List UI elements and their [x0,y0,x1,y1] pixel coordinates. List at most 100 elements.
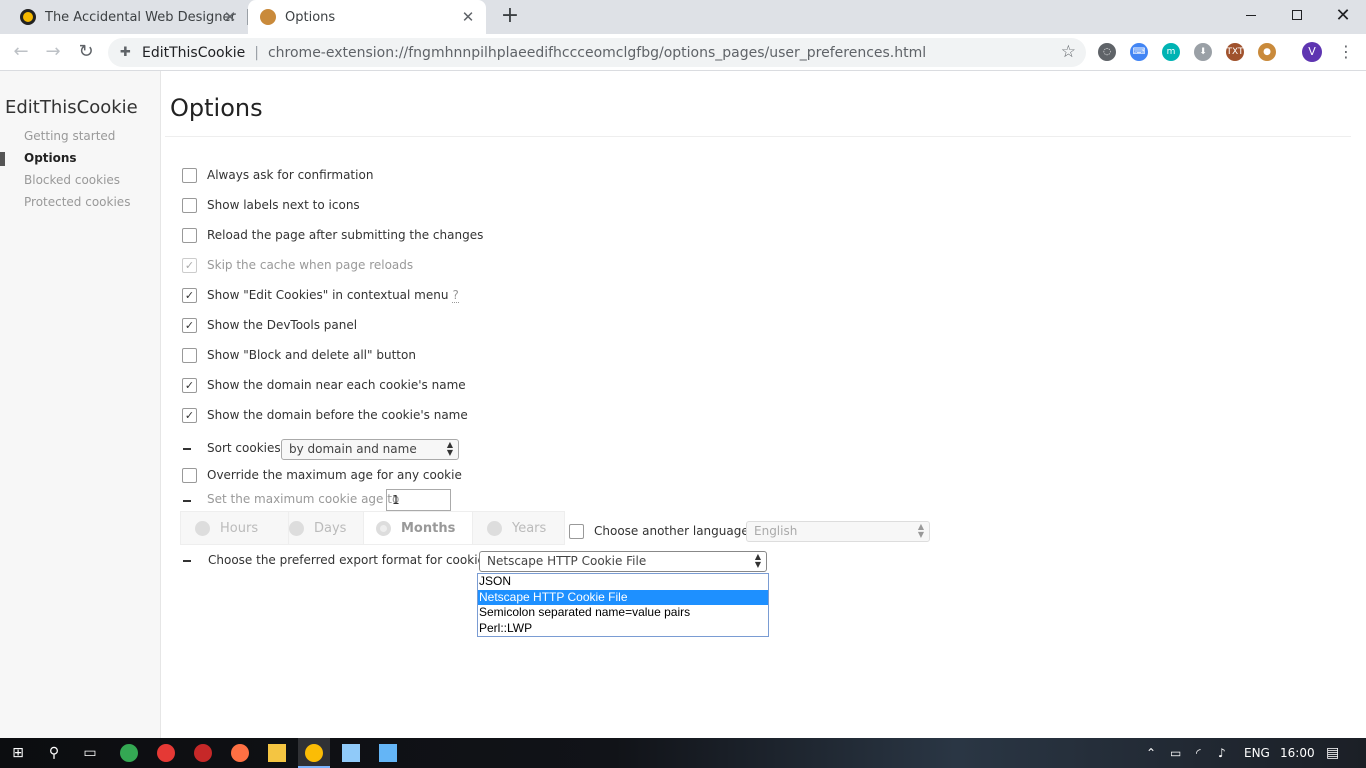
option-checkbox[interactable] [182,377,197,393]
minimize-button[interactable] [1228,0,1274,30]
option-label: Show the domain near each cookie's name [207,378,466,392]
language-select: English ▲ ▼ [746,521,930,542]
select-value: English [754,524,798,538]
option-choose-language: Choose another language: [569,523,753,539]
option-checkbox[interactable] [182,227,197,243]
select-value: Netscape HTTP Cookie File [487,554,647,568]
download-ext-icon[interactable]: ⬇ [1194,43,1212,61]
reload-button[interactable]: ↻ [74,40,98,64]
option-reload-page: Reload the page after submitting the cha… [182,227,483,243]
page-title: Options [170,94,263,122]
radio-dot-icon [195,520,210,536]
sidebar-item-blocked-cookies[interactable]: Blocked cookies [24,173,120,187]
mercury-ext-icon[interactable]: m [1162,43,1180,61]
option-devtools-panel: Show the DevTools panel [182,317,357,333]
notifications-icon[interactable]: ▤ [1326,738,1339,768]
sidebar-item-getting-started[interactable]: Getting started [24,129,115,143]
option-checkbox[interactable] [569,523,584,539]
opera-app-icon[interactable] [157,744,175,762]
tab-title: The Accidental Web Designer [45,9,236,25]
max-age-label: Set the maximum cookie age to [207,492,400,506]
export-format-label: Choose the preferred export format for c… [208,553,492,567]
address-bar[interactable]: ✚ EditThisCookie | chrome-extension://fn… [108,38,1086,67]
option-checkbox[interactable] [182,467,197,483]
option-domain-near-name: Show the domain near each cookie's name [182,377,466,393]
cookie-favicon-icon [260,9,276,25]
chrome-app-icon[interactable] [120,744,138,762]
url-origin: EditThisCookie [142,44,246,61]
dash-icon [183,448,191,450]
title-divider [165,136,1351,137]
wifi-icon[interactable]: ◜ [1196,738,1201,768]
sidebar-item-options[interactable]: Options [24,151,77,165]
option-checkbox[interactable] [182,407,197,423]
sidebar-item-protected-cookies[interactable]: Protected cookies [24,195,130,209]
url-text: chrome-extension://fngmhnnpilhplaeedifhc… [267,44,927,61]
site-favicon-icon [20,9,36,25]
task-view-icon[interactable]: ▭ [81,744,99,762]
url-separator: | [254,44,259,61]
option-checkbox[interactable] [182,347,197,363]
option-checkbox[interactable] [182,287,197,303]
profile-avatar[interactable]: V [1302,42,1322,62]
browser-toolbar: ← → ↻ ✚ EditThisCookie | chrome-extensio… [0,34,1366,71]
option-show-labels: Show labels next to icons [182,197,360,213]
option-block-delete-all: Show "Block and delete all" button [182,347,416,363]
battery-icon[interactable]: ▭ [1170,738,1181,768]
sidebar: EditThisCookie Getting started Options B… [0,71,161,738]
radio-label: Days [314,520,347,536]
tray-chevron-icon[interactable]: ⌃ [1146,738,1156,768]
dropdown-option-netscape[interactable]: Netscape HTTP Cookie File [478,589,768,605]
sort-cookies-select[interactable]: by domain and name ▲ ▼ [281,439,459,460]
option-contextual-menu: Show "Edit Cookies" in contextual menu ? [182,287,459,303]
export-format-dropdown: JSON Netscape HTTP Cookie File Semicolon… [477,573,769,637]
dropdown-option-perl-lwp[interactable]: Perl::LWP [478,621,768,637]
chrome-active-app-icon[interactable] [305,744,323,762]
radio-months[interactable]: Months [363,511,473,545]
search-icon[interactable]: ⚲ [45,744,63,762]
radio-label: Months [401,520,456,536]
maximize-button[interactable] [1274,0,1320,30]
radio-hours[interactable]: Hours [180,511,289,545]
app-window-icon[interactable] [379,744,397,762]
volume-icon[interactable]: ♪ [1218,738,1226,768]
new-tab-button[interactable]: + [498,5,522,29]
option-always-ask: Always ask for confirmation [182,167,373,183]
cookie-ext-icon[interactable]: ● [1258,43,1276,61]
dropdown-option-semicolon[interactable]: Semicolon separated name=value pairs [478,605,768,621]
option-label: Show "Edit Cookies" in contextual menu [207,288,449,302]
input-language[interactable]: ENG [1244,738,1270,768]
option-checkbox[interactable] [182,317,197,333]
notepad-app-icon[interactable] [342,744,360,762]
help-question-icon[interactable]: ? [452,288,459,303]
option-label: Skip the cache when page reloads [207,258,414,272]
firefox-app-icon[interactable] [231,744,249,762]
dropdown-option-json[interactable]: JSON [478,574,768,590]
option-label: Show "Block and delete all" button [207,348,416,362]
circle-ext-icon[interactable]: ◌ [1098,43,1116,61]
keyboard-ext-icon[interactable]: ⌨ [1130,43,1148,61]
windows-start-icon[interactable]: ⊞ [9,744,27,762]
file-explorer-icon[interactable] [268,744,286,762]
txt-ext-icon[interactable]: TXT [1226,43,1244,61]
max-age-input[interactable]: 1 [386,489,451,511]
radio-days[interactable]: Days [288,511,364,545]
active-marker [0,152,5,166]
tab-options[interactable]: Options ✕ [248,0,486,34]
option-checkbox[interactable] [182,197,197,213]
tab-close-icon[interactable]: ✕ [460,9,476,25]
back-button[interactable]: ← [9,40,33,64]
bookmark-star-icon[interactable]: ☆ [1061,42,1076,62]
export-format-select[interactable]: Netscape HTTP Cookie File ▲ ▼ [479,551,767,572]
forward-button[interactable]: → [41,40,65,64]
record-app-icon[interactable] [194,744,212,762]
option-label: Show the DevTools panel [207,318,358,332]
menu-dots-icon[interactable]: ⋮ [1338,40,1354,64]
option-checkbox[interactable] [182,167,197,183]
option-label: Always ask for confirmation [207,168,374,182]
close-window-button[interactable]: ✕ [1320,0,1366,30]
tab-close-icon[interactable]: ✕ [222,9,238,25]
clock[interactable]: 16:00 [1280,738,1315,768]
radio-years[interactable]: Years [472,511,565,545]
tab-accidental-web-designer[interactable]: The Accidental Web Designer ✕ [8,0,248,34]
